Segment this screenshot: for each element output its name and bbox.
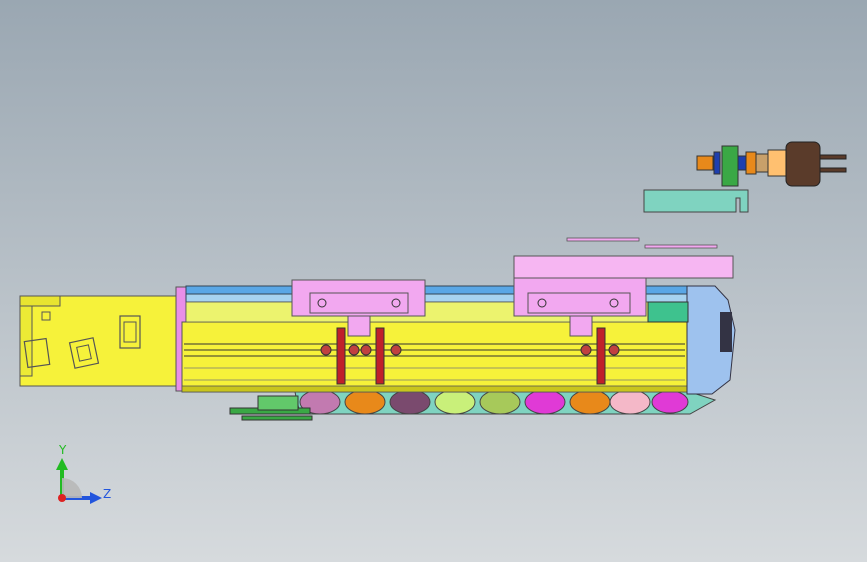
axis-z-label: Z [103,487,112,501]
linear-rail-body[interactable] [181,321,688,393]
assembly-drawing [0,0,867,562]
axis-y-label: Y [59,443,67,457]
teal-bracket[interactable] [643,189,749,213]
background [0,0,867,562]
motor-block[interactable] [19,295,181,387]
cad-viewport[interactable]: Y Z [0,0,867,562]
